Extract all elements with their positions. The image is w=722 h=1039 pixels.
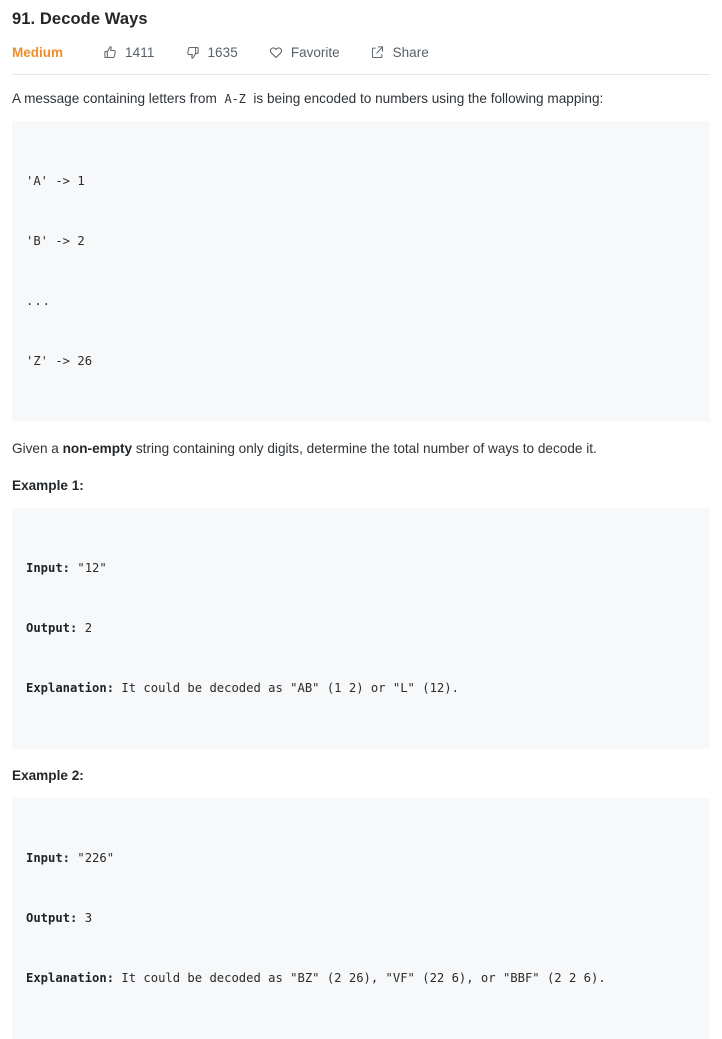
explanation-value: It could be decoded as "AB" (1 2) or "L"… — [114, 681, 459, 695]
task-paragraph: Given a non-empty string containing only… — [12, 422, 710, 459]
example-2-code-block: Input: "226" Output: 3 Explanation: It c… — [12, 798, 710, 1039]
input-value: "12" — [70, 561, 107, 575]
thumbs-up-icon — [102, 44, 118, 60]
output-value: 3 — [77, 911, 93, 925]
example-1-heading: Example 1: — [12, 478, 84, 493]
favorite-button[interactable]: Favorite — [268, 44, 340, 60]
share-button[interactable]: Share — [370, 44, 429, 60]
input-value: "226" — [70, 851, 115, 865]
explanation-label: Explanation: — [26, 971, 115, 985]
code-line-input: Input: "226" — [26, 848, 696, 868]
task-emphasis: non-empty — [62, 441, 133, 456]
task-text-before: Given a — [12, 441, 63, 456]
code-line: ... — [26, 294, 52, 308]
intro-paragraph: A message containing letters from A-Z is… — [12, 75, 710, 109]
output-label: Output: — [26, 911, 78, 925]
explanation-value: It could be decoded as "BZ" (2 26), "VF"… — [114, 971, 606, 985]
code-line-explanation: Explanation: It could be decoded as "BZ"… — [26, 968, 696, 988]
output-label: Output: — [26, 621, 78, 635]
problem-description-panel: 91. Decode Ways Medium 1411 1635 Favorit… — [0, 0, 722, 1039]
thumbs-down-icon — [184, 44, 200, 60]
like-button[interactable]: 1411 — [102, 44, 154, 60]
task-text-after: string containing only digits, determine… — [132, 441, 597, 456]
example-1-code-block: Input: "12" Output: 2 Explanation: It co… — [12, 508, 710, 749]
code-line: 'B' -> 2 — [26, 234, 85, 248]
problem-meta-toolbar: Medium 1411 1635 Favorite Share — [12, 42, 710, 62]
code-line: 'A' -> 1 — [26, 174, 85, 188]
code-line-explanation: Explanation: It could be decoded as "AB"… — [26, 678, 696, 698]
code-line: 'Z' -> 26 — [26, 354, 93, 368]
code-line-input: Input: "12" — [26, 558, 696, 578]
intro-text-after: is being encoded to numbers using the fo… — [253, 91, 604, 106]
explanation-label: Explanation: — [26, 681, 115, 695]
difficulty-badge: Medium — [12, 44, 64, 60]
share-label: Share — [392, 44, 429, 60]
input-label: Input: — [26, 561, 71, 575]
code-line-output: Output: 2 — [26, 618, 696, 638]
intro-text-before: A message containing letters from — [12, 91, 217, 106]
favorite-label: Favorite — [290, 44, 340, 60]
example-2-heading: Example 2: — [12, 768, 84, 783]
input-label: Input: — [26, 851, 71, 865]
share-box-icon — [370, 44, 386, 60]
mapping-code-block: 'A' -> 1 'B' -> 2 ... 'Z' -> 26 — [12, 121, 710, 422]
letter-range-code: A-Z — [224, 92, 246, 106]
output-value: 2 — [77, 621, 93, 635]
page-title: 91. Decode Ways — [12, 10, 148, 28]
code-line-output: Output: 3 — [26, 908, 696, 928]
heart-icon — [268, 44, 284, 60]
dislike-button[interactable]: 1635 — [184, 44, 238, 60]
like-count: 1411 — [125, 44, 155, 60]
dislike-count: 1635 — [207, 44, 238, 60]
